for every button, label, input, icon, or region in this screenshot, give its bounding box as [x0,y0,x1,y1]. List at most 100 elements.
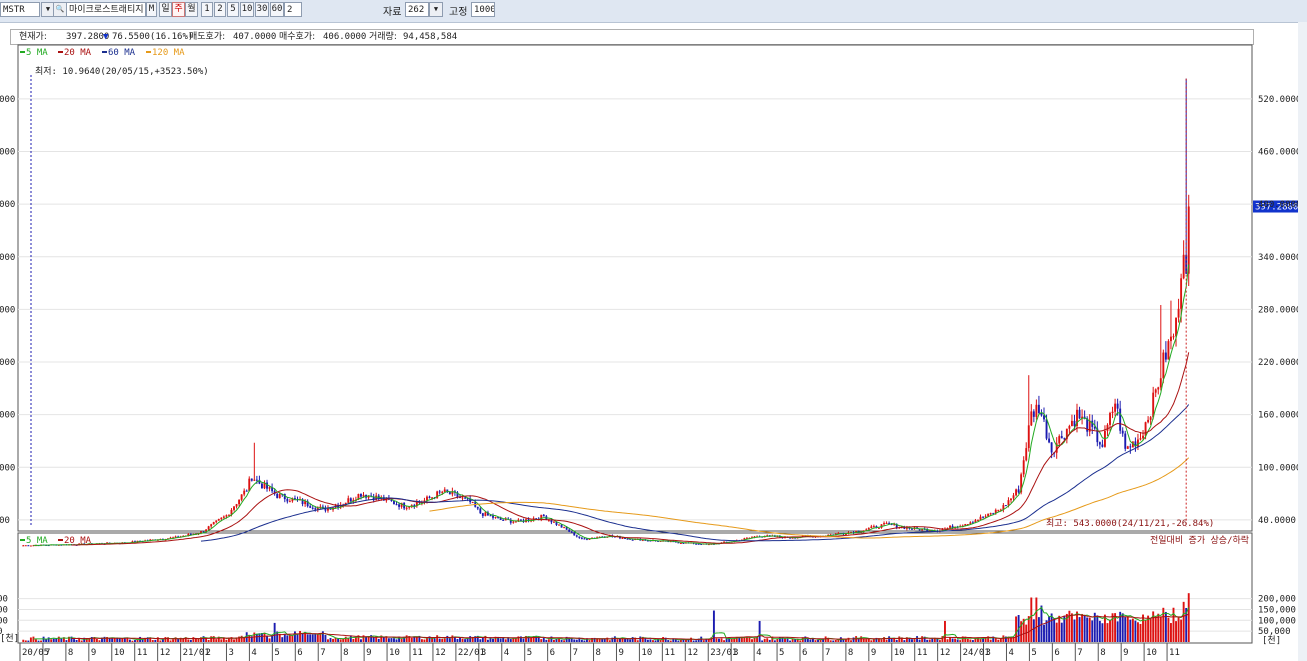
interval-30[interactable]: 30 [255,2,269,17]
candle-body [784,536,786,539]
candle-body [418,501,421,503]
volume-bar [499,638,502,642]
volume-bar [332,638,334,642]
volume-bar [98,640,101,642]
volume-bar [601,639,604,642]
candle-body [545,516,548,520]
volume-bar [621,637,624,642]
period-day[interactable]: 일 [159,2,172,17]
price-info-bar: 현재가: 397.2800 ▼ 76.5500(16.16%) 매도호가: 40… [10,29,1254,45]
x-tick-label: 2 [206,648,211,658]
candle-body [1116,403,1119,409]
volume-bar [679,639,682,642]
interval-1[interactable]: 1 [201,2,213,17]
candle-body [911,528,913,530]
volume-bar [1098,620,1101,642]
candle-body [29,545,32,547]
candle-body [641,539,644,541]
x-tick-label: 12 [687,648,698,658]
volume-bar [342,638,345,642]
price-label: 현재가: [19,32,47,42]
candle-body [306,501,309,507]
volume-bar [1015,616,1018,642]
volume-bar [641,636,644,642]
bid-price: 406.0000 [323,32,367,42]
candle-body [189,534,192,536]
candle-body [182,535,185,537]
candle-body [365,494,368,498]
volume-bar [1177,616,1180,642]
candle-body [311,507,314,509]
period-month[interactable]: 월 [185,2,198,17]
interval-10[interactable]: 10 [240,2,254,17]
fixed-input[interactable]: 1000 [471,2,495,17]
x-tick-label: 8 [596,648,601,658]
volume-bar [441,638,444,642]
candle-body [817,536,819,538]
candle-body [905,527,908,529]
candle-body [398,504,401,507]
candle-body [936,530,939,532]
volume-bar [405,635,408,642]
candle-body [1053,452,1056,454]
candle-body [220,517,223,520]
volume-bar [878,638,880,642]
data-count-dropdown-icon[interactable]: ▼ [429,2,443,17]
candle-body [134,541,136,543]
candle-body [268,487,271,489]
period-week[interactable]: 주 [172,2,185,17]
right-scroll-panel[interactable] [1298,22,1307,661]
candle-body [806,535,809,537]
interval-60[interactable]: 60 [270,2,284,17]
volume-bar [1187,593,1190,642]
volume-bar [832,640,835,642]
volume-bar [1170,623,1172,642]
candle-body [1076,409,1078,427]
volume-bar [276,631,279,642]
data-count-input[interactable]: 262 [405,2,429,17]
volume-bar [949,637,952,642]
interval-5[interactable]: 5 [227,2,239,17]
volume-bar [1116,621,1119,642]
volume-bar [789,640,792,642]
volume-bar [362,635,365,642]
candle-body [862,530,865,532]
x-tick-label: 10 [894,648,905,658]
x-tick-label: 7 [573,648,578,658]
volume-bar [360,639,362,642]
interval-2[interactable]: 2 [214,2,226,17]
volume-bar [311,634,314,642]
ask-price: 407.0000 [233,32,277,42]
volume-bar [377,638,380,642]
volume-bar [819,639,822,642]
x-tick-label: 9 [1123,648,1128,658]
price-axis-label-left: 220.0000 [0,358,15,368]
interval-input[interactable]: 2 [284,2,302,17]
volume-bar [629,639,632,642]
candle-body [860,531,863,533]
candle-body [65,544,68,546]
candle-body [314,508,317,510]
x-tick-label: 3 [481,648,486,658]
candle-body [870,526,873,529]
candle-body [799,537,802,539]
candle-body [1027,425,1030,449]
candle-body [380,497,383,499]
candle-body [233,506,235,510]
volume-bar [151,640,154,642]
candle-body [367,495,370,498]
volume-bar [687,639,690,642]
volume-bar [37,640,40,642]
candle-body [90,543,93,545]
candle-body [850,531,852,533]
volume-bar [250,636,253,642]
volume-bar [758,620,761,642]
candle-body [720,542,723,544]
search-icon[interactable]: 🔍 [53,2,67,17]
candle-body [989,513,992,515]
volume-bar [730,638,733,642]
volume-bar [1086,617,1089,642]
symbol-input[interactable]: MSTR [0,2,40,17]
candle-body [489,515,492,517]
market-flag: M [146,2,157,17]
